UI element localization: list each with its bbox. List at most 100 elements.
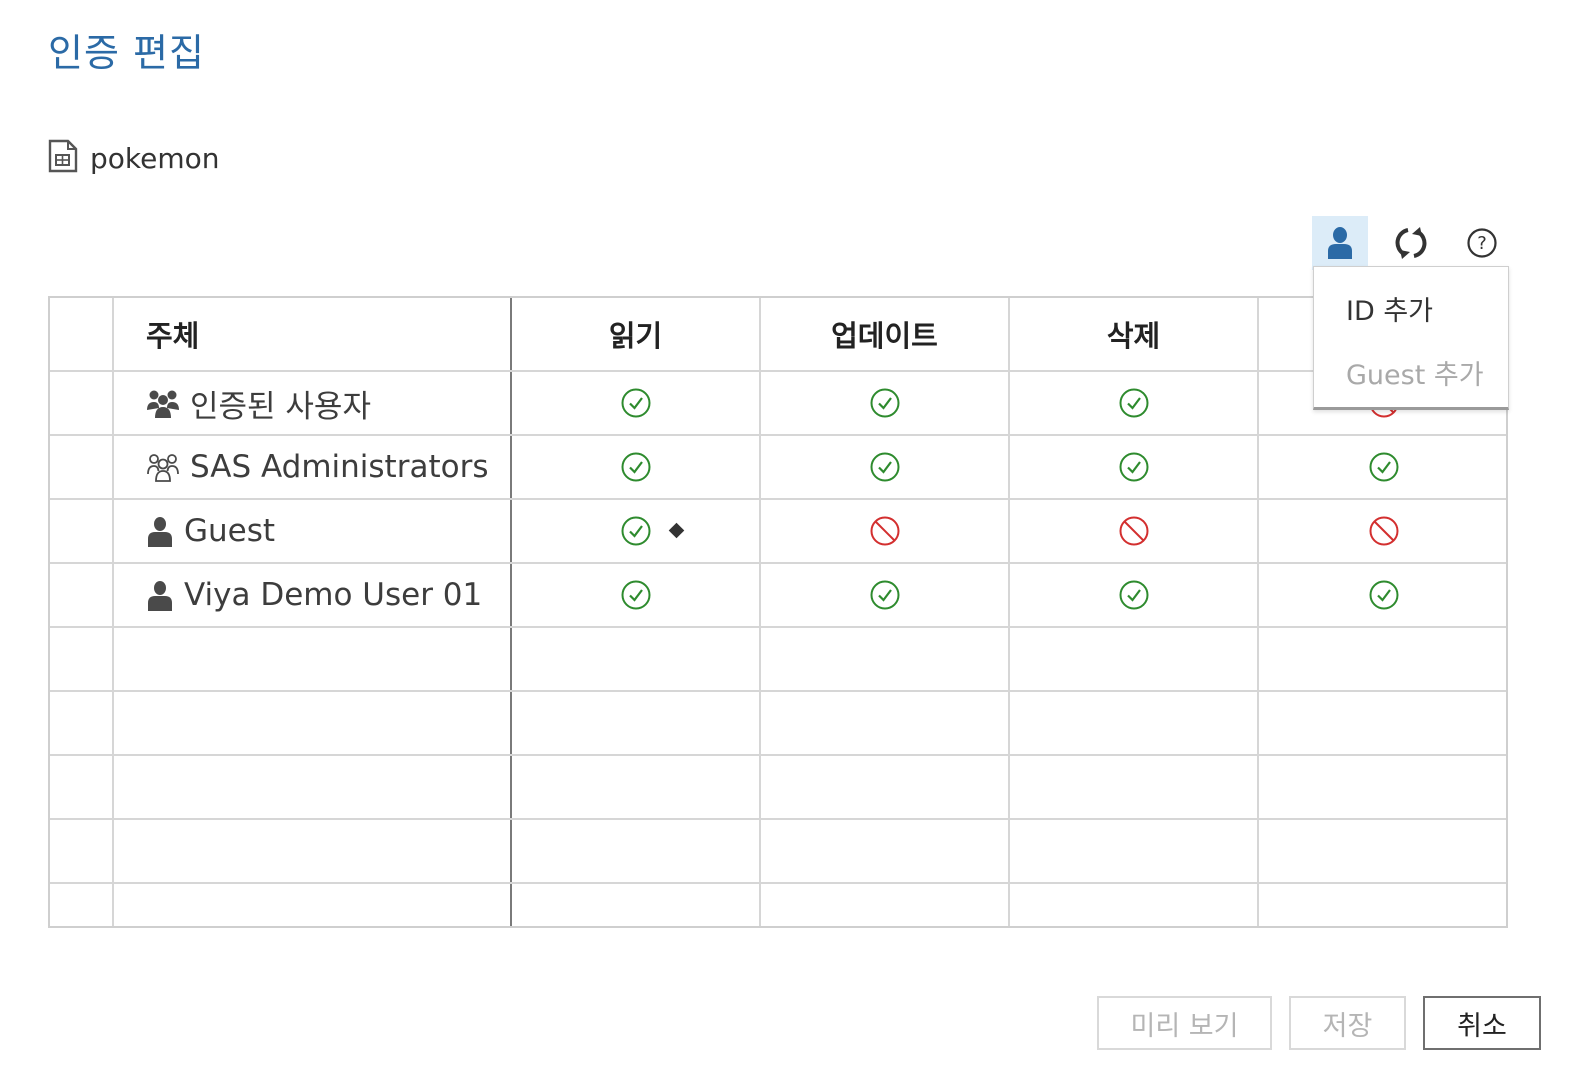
read-permission-cell[interactable] bbox=[512, 756, 761, 818]
prohibit-icon[interactable] bbox=[870, 516, 900, 546]
row-selector-cell[interactable] bbox=[50, 436, 114, 498]
read-permission-cell[interactable] bbox=[512, 436, 761, 498]
subject-cell[interactable]: Viya Demo User 01 bbox=[114, 564, 512, 626]
grant-icon[interactable] bbox=[1119, 452, 1149, 482]
read-permission-cell[interactable] bbox=[512, 884, 761, 926]
help-icon: ? bbox=[1467, 228, 1497, 258]
read-permission-cell[interactable] bbox=[512, 500, 761, 562]
toolbar: ? bbox=[1312, 216, 1525, 270]
extra-permission-cell[interactable] bbox=[1259, 692, 1506, 754]
extra-permission-cell[interactable] bbox=[1259, 820, 1506, 882]
group-outline-icon bbox=[146, 452, 180, 482]
row-selector-cell[interactable] bbox=[50, 756, 114, 818]
delete-permission-cell[interactable] bbox=[1010, 564, 1259, 626]
conditional-diamond-icon bbox=[668, 522, 684, 539]
update-permission-cell[interactable] bbox=[761, 436, 1010, 498]
column-header-delete[interactable]: 삭제 bbox=[1010, 298, 1259, 370]
delete-permission-cell[interactable] bbox=[1010, 820, 1259, 882]
subject-cell[interactable] bbox=[114, 884, 512, 926]
delete-permission-cell[interactable] bbox=[1010, 372, 1259, 434]
grant-icon[interactable] bbox=[1369, 452, 1399, 482]
prohibit-icon[interactable] bbox=[1369, 516, 1399, 546]
column-header-update[interactable]: 업데이트 bbox=[761, 298, 1010, 370]
update-permission-cell[interactable] bbox=[761, 692, 1010, 754]
column-header-subject[interactable]: 주체 bbox=[114, 298, 512, 370]
update-permission-cell[interactable] bbox=[761, 372, 1010, 434]
subject-cell[interactable]: SAS Administrators bbox=[114, 436, 512, 498]
grant-icon[interactable] bbox=[1369, 580, 1399, 610]
svg-text:?: ? bbox=[1477, 233, 1487, 254]
table-row[interactable]: Guest bbox=[50, 500, 1506, 564]
grant-icon[interactable] bbox=[870, 580, 900, 610]
empty-table-row[interactable] bbox=[50, 628, 1506, 692]
group-icon bbox=[146, 388, 180, 418]
delete-permission-cell[interactable] bbox=[1010, 628, 1259, 690]
extra-permission-cell[interactable] bbox=[1259, 564, 1506, 626]
add-identity-button[interactable] bbox=[1312, 216, 1368, 270]
grant-icon[interactable] bbox=[621, 452, 651, 482]
row-selector-cell[interactable] bbox=[50, 628, 114, 690]
grant-icon[interactable] bbox=[621, 516, 684, 546]
user-icon bbox=[1328, 227, 1352, 259]
subject-cell[interactable] bbox=[114, 820, 512, 882]
subject-cell[interactable] bbox=[114, 756, 512, 818]
help-button[interactable]: ? bbox=[1454, 216, 1510, 270]
user-icon bbox=[146, 579, 174, 611]
menu-item-add-id[interactable]: ID 추가 bbox=[1346, 289, 1433, 328]
empty-table-row[interactable] bbox=[50, 820, 1506, 884]
update-permission-cell[interactable] bbox=[761, 884, 1010, 926]
read-permission-cell[interactable] bbox=[512, 372, 761, 434]
row-selector-cell[interactable] bbox=[50, 564, 114, 626]
update-permission-cell[interactable] bbox=[761, 820, 1010, 882]
update-permission-cell[interactable] bbox=[761, 564, 1010, 626]
subject-name: Viya Demo User 01 bbox=[184, 577, 483, 613]
row-selector-cell[interactable] bbox=[50, 692, 114, 754]
extra-permission-cell[interactable] bbox=[1259, 500, 1506, 562]
table-row[interactable]: SAS Administrators bbox=[50, 436, 1506, 500]
empty-table-row[interactable] bbox=[50, 884, 1506, 926]
grant-icon[interactable] bbox=[1119, 388, 1149, 418]
prohibit-icon[interactable] bbox=[1119, 516, 1149, 546]
update-permission-cell[interactable] bbox=[761, 628, 1010, 690]
read-permission-cell[interactable] bbox=[512, 564, 761, 626]
read-permission-cell[interactable] bbox=[512, 820, 761, 882]
refresh-button[interactable] bbox=[1383, 216, 1439, 270]
update-permission-cell[interactable] bbox=[761, 756, 1010, 818]
object-name: pokemon bbox=[90, 141, 220, 175]
grant-icon[interactable] bbox=[870, 452, 900, 482]
document-icon bbox=[48, 139, 78, 177]
cancel-button[interactable]: 취소 bbox=[1423, 996, 1541, 1050]
delete-permission-cell[interactable] bbox=[1010, 500, 1259, 562]
delete-permission-cell[interactable] bbox=[1010, 692, 1259, 754]
extra-permission-cell[interactable] bbox=[1259, 756, 1506, 818]
subject-cell[interactable]: Guest bbox=[114, 500, 512, 562]
subject-cell[interactable]: 인증된 사용자 bbox=[114, 372, 512, 434]
row-selector-cell[interactable] bbox=[50, 372, 114, 434]
update-permission-cell[interactable] bbox=[761, 500, 1010, 562]
extra-permission-cell[interactable] bbox=[1259, 628, 1506, 690]
grant-icon[interactable] bbox=[621, 580, 651, 610]
empty-table-row[interactable] bbox=[50, 692, 1506, 756]
grant-icon[interactable] bbox=[621, 388, 651, 418]
delete-permission-cell[interactable] bbox=[1010, 436, 1259, 498]
subject-cell[interactable] bbox=[114, 692, 512, 754]
grant-icon[interactable] bbox=[1119, 580, 1149, 610]
preview-button: 미리 보기 bbox=[1097, 996, 1272, 1050]
read-permission-cell[interactable] bbox=[512, 692, 761, 754]
delete-permission-cell[interactable] bbox=[1010, 884, 1259, 926]
grant-icon[interactable] bbox=[870, 388, 900, 418]
empty-table-row[interactable] bbox=[50, 756, 1506, 820]
row-selector-cell[interactable] bbox=[50, 884, 114, 926]
extra-permission-cell[interactable] bbox=[1259, 436, 1506, 498]
object-info: pokemon bbox=[48, 138, 220, 178]
table-row[interactable]: 인증된 사용자 bbox=[50, 372, 1506, 436]
subject-cell[interactable] bbox=[114, 628, 512, 690]
user-icon bbox=[146, 515, 174, 547]
column-header-read[interactable]: 읽기 bbox=[512, 298, 761, 370]
delete-permission-cell[interactable] bbox=[1010, 756, 1259, 818]
table-row[interactable]: Viya Demo User 01 bbox=[50, 564, 1506, 628]
row-selector-cell[interactable] bbox=[50, 500, 114, 562]
row-selector-cell[interactable] bbox=[50, 820, 114, 882]
extra-permission-cell[interactable] bbox=[1259, 884, 1506, 926]
read-permission-cell[interactable] bbox=[512, 628, 761, 690]
